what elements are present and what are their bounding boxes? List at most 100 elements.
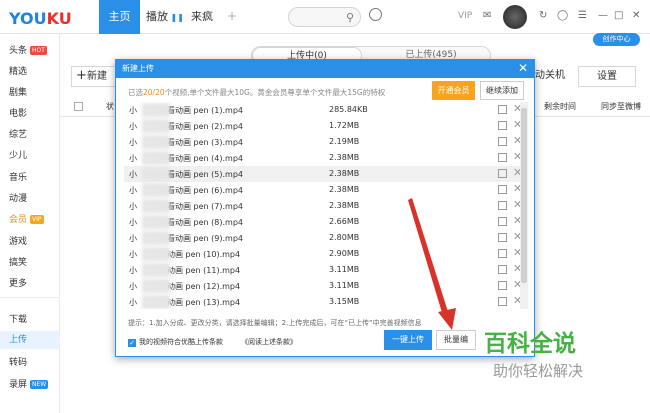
maximize-icon[interactable]: □ <box>614 10 623 21</box>
sidebar-item-member[interactable]: 会员 VIP <box>9 211 44 229</box>
settings-button[interactable]: 设置 <box>578 66 636 87</box>
edit-icon[interactable] <box>498 265 507 274</box>
list-item[interactable]: 小看动画 pen (2).mp4 1.72MB ✕ <box>124 118 526 134</box>
edit-icon[interactable] <box>498 249 507 258</box>
sidebar-item-music[interactable]: 音乐 <box>9 169 27 187</box>
list-item[interactable]: 小看动画 pen (3).mp4 2.19MB ✕ <box>124 134 526 150</box>
list-item[interactable]: 小动画 pen (11).mp4 3.11MB ✕ <box>124 262 526 278</box>
one-click-upload-button[interactable]: 一键上传 <box>384 330 432 350</box>
sidebar-item-record[interactable]: 录屏 NEW <box>9 376 49 394</box>
edit-icon[interactable] <box>498 297 507 306</box>
tab-home[interactable]: 主页 <box>99 0 140 34</box>
file-size: 3.15MB <box>329 297 360 306</box>
edit-icon[interactable] <box>498 233 507 242</box>
file-list-scrollbar[interactable] <box>520 102 528 309</box>
edit-icon[interactable] <box>498 153 507 162</box>
sidebar-item-more[interactable]: 更多 <box>9 275 27 293</box>
open-membership-button[interactable]: 开通会员 <box>432 81 475 100</box>
dialog-title: 新建上传 <box>122 64 154 73</box>
sidebar-item-series[interactable]: 剧集 <box>9 84 27 102</box>
file-size: 2.38MB <box>329 153 360 162</box>
list-item[interactable]: 小动画 pen (13).mp4 3.15MB ✕ <box>124 294 526 309</box>
creator-center-button[interactable]: 创作中心 <box>593 33 640 46</box>
sidebar-item-kids[interactable]: 少儿 <box>9 147 27 165</box>
continue-add-button[interactable]: 继续添加 <box>480 81 524 100</box>
edit-icon[interactable] <box>498 137 507 146</box>
search-icon[interactable]: ⚲ <box>346 11 354 24</box>
file-size: 1.72MB <box>329 121 360 130</box>
edit-icon[interactable] <box>498 201 507 210</box>
list-item[interactable]: 小看动画 pen (7).mp4 2.38MB ✕ <box>124 198 526 214</box>
close-icon[interactable]: ✕ <box>632 10 640 21</box>
list-item[interactable]: 小看动画 pen (4).mp4 2.38MB ✕ <box>124 150 526 166</box>
blurred-region <box>142 247 170 261</box>
blurred-region <box>142 231 170 245</box>
new-upload-dialog: 新建上传 ✕ 已选20/20个视频,单个文件最大10G。黄金会员尊享单个文件最大1… <box>115 59 535 357</box>
blurred-region <box>142 103 170 117</box>
search-input[interactable]: ⚲ <box>288 7 361 27</box>
sidebar-item-featured[interactable]: 精选 <box>9 63 27 81</box>
dialog-close-icon[interactable]: ✕ <box>518 60 528 77</box>
history-icon[interactable] <box>369 8 382 21</box>
tab-play[interactable]: 播放 ❚❚ <box>146 0 184 34</box>
sidebar-item-variety[interactable]: 综艺 <box>9 126 27 144</box>
blurred-region <box>142 119 170 133</box>
list-item[interactable]: 小看动画 pen (1).mp4 285.84KB ✕ <box>124 102 526 118</box>
sidebar-item-download[interactable]: 下载 <box>9 311 27 329</box>
file-size: 285.84KB <box>329 105 368 114</box>
edit-icon[interactable] <box>498 121 507 130</box>
file-size: 3.11MB <box>329 265 360 274</box>
menu-icon[interactable]: ☰ <box>578 10 587 21</box>
file-size: 2.38MB <box>329 185 360 194</box>
sidebar-item-games[interactable]: 游戏 <box>9 233 27 251</box>
youku-logo[interactable]: YOUKU <box>9 9 72 28</box>
select-all-checkbox[interactable] <box>74 102 83 111</box>
dialog-title-bar: 新建上传 ✕ <box>116 60 534 78</box>
watermark-subtitle: 助你轻松解决 <box>493 362 584 380</box>
blurred-region <box>142 199 170 213</box>
sidebar-item-funny[interactable]: 搞笑 <box>9 254 27 272</box>
sidebar-item-upload[interactable]: 上传 <box>0 331 60 349</box>
selection-info: 已选20/20个视频,单个文件最大10G。黄金会员尊享单个文件最大15G的特权 <box>128 88 386 97</box>
refresh-icon[interactable]: ↻ <box>539 10 547 21</box>
blurred-region <box>142 263 170 277</box>
scrollbar-thumb[interactable] <box>521 108 527 283</box>
minimize-icon[interactable]: — <box>598 10 608 21</box>
avatar[interactable] <box>503 5 527 29</box>
bars-icon: ❚❚ <box>168 13 184 22</box>
sidebar-item-anime[interactable]: 动漫 <box>9 190 27 208</box>
file-list: 小看动画 pen (1).mp4 285.84KB ✕ 小看动画 pen (2).mp… <box>124 102 526 309</box>
blurred-region <box>142 279 170 293</box>
blurred-region <box>142 295 170 309</box>
edit-icon[interactable] <box>498 281 507 290</box>
agree-terms-checkbox[interactable]: ✓ 我的视频符合优酷上传条款 <box>128 337 223 347</box>
sidebar-item-movies[interactable]: 电影 <box>9 105 27 123</box>
file-size: 3.11MB <box>329 281 360 290</box>
skin-icon[interactable]: ◯ <box>557 10 568 21</box>
vip-link[interactable]: VIP <box>458 11 472 21</box>
sidebar-item-toutiao[interactable]: 头条 HOT <box>9 42 47 60</box>
list-item[interactable]: 小看动画 pen (6).mp4 2.38MB ✕ <box>124 182 526 198</box>
list-item[interactable]: 小动画 pen (12).mp4 3.11MB ✕ <box>124 278 526 294</box>
edit-icon[interactable] <box>498 105 507 114</box>
sidebar-item-transcode[interactable]: 转码 <box>9 354 27 372</box>
tab-laifeng[interactable]: 来疯 <box>188 0 216 34</box>
mail-icon[interactable]: ✉ <box>483 10 491 21</box>
watermark-title: 百科全说 <box>484 331 576 357</box>
batch-edit-button[interactable]: 批量编 <box>436 330 476 350</box>
list-item[interactable]: 小看动画 pen (5).mp4 2.38MB ✕ <box>124 166 526 182</box>
top-bar: YOUKU 主页 播放 ❚❚ 来疯 + ⚲ VIP ✉ ↻ ◯ ☰ — □ ✕ <box>0 0 650 34</box>
blurred-region <box>142 183 170 197</box>
list-item[interactable]: 小看动画 pen (9).mp4 2.80MB ✕ <box>124 230 526 246</box>
edit-icon[interactable] <box>498 185 507 194</box>
file-size: 2.66MB <box>329 217 360 226</box>
blurred-region <box>142 167 170 181</box>
file-size: 2.19MB <box>329 137 360 146</box>
edit-icon[interactable] <box>498 169 507 178</box>
add-tab-icon[interactable]: + <box>227 9 237 23</box>
list-item[interactable]: 小动画 pen (10).mp4 2.90MB ✕ <box>124 246 526 262</box>
edit-icon[interactable] <box>498 217 507 226</box>
checkmark-icon: ✓ <box>128 339 136 347</box>
list-item[interactable]: 小看动画 pen (8).mp4 2.66MB ✕ <box>124 214 526 230</box>
terms-link[interactable]: 《阅读上述条款》 <box>241 337 297 347</box>
